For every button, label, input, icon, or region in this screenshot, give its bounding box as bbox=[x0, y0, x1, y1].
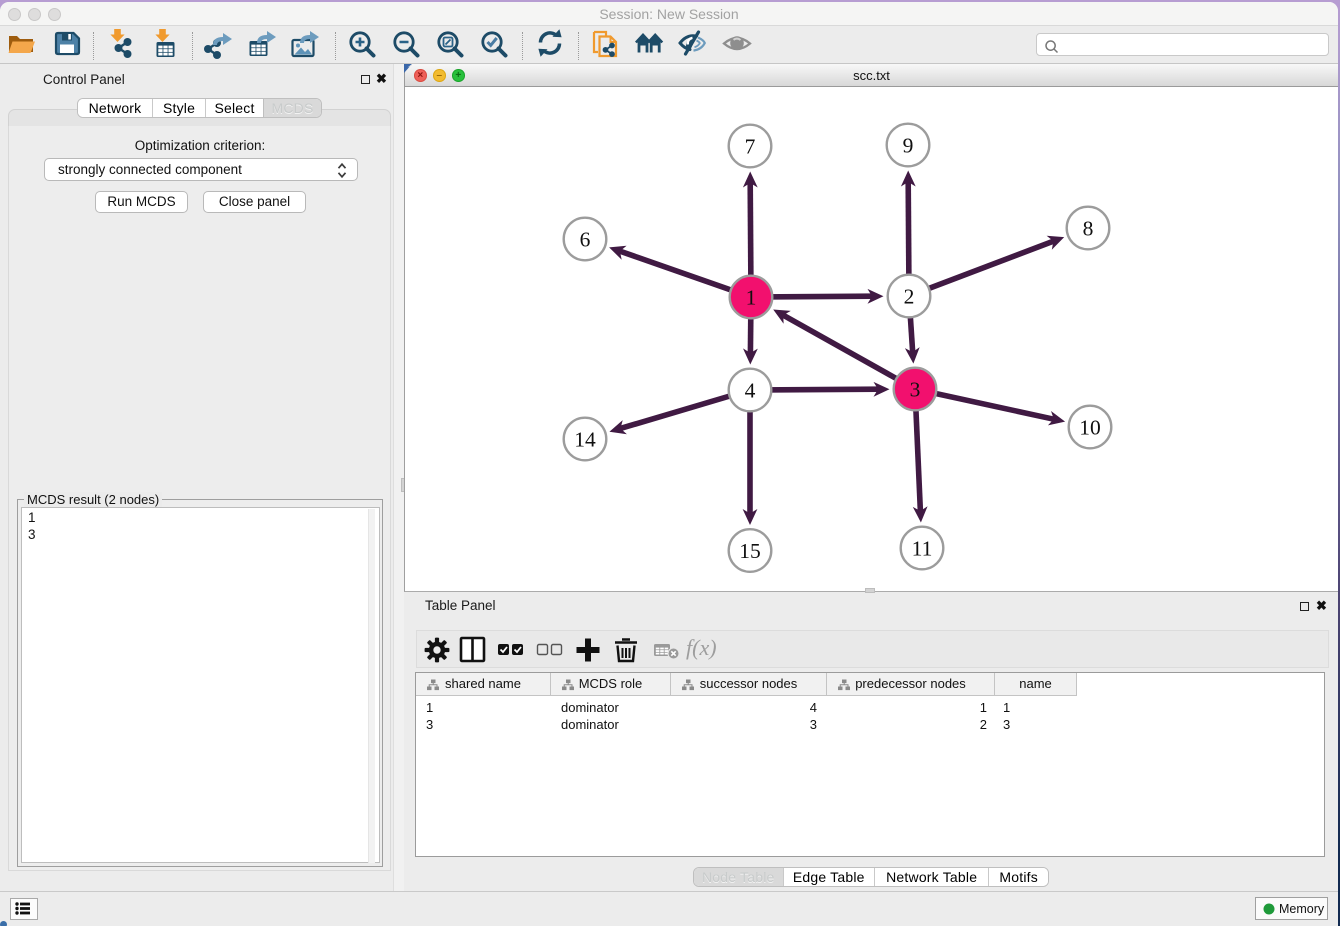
svg-text:15: 15 bbox=[739, 539, 761, 563]
svg-text:7: 7 bbox=[745, 135, 756, 159]
svg-text:4: 4 bbox=[745, 379, 756, 403]
svg-text:6: 6 bbox=[580, 228, 591, 252]
svg-text:2: 2 bbox=[904, 285, 915, 309]
svg-text:3: 3 bbox=[910, 378, 921, 402]
svg-text:11: 11 bbox=[912, 537, 933, 561]
svg-text:9: 9 bbox=[903, 134, 914, 158]
svg-text:1: 1 bbox=[746, 286, 757, 310]
svg-text:10: 10 bbox=[1079, 416, 1101, 440]
svg-text:14: 14 bbox=[574, 428, 596, 452]
svg-text:8: 8 bbox=[1083, 217, 1094, 241]
